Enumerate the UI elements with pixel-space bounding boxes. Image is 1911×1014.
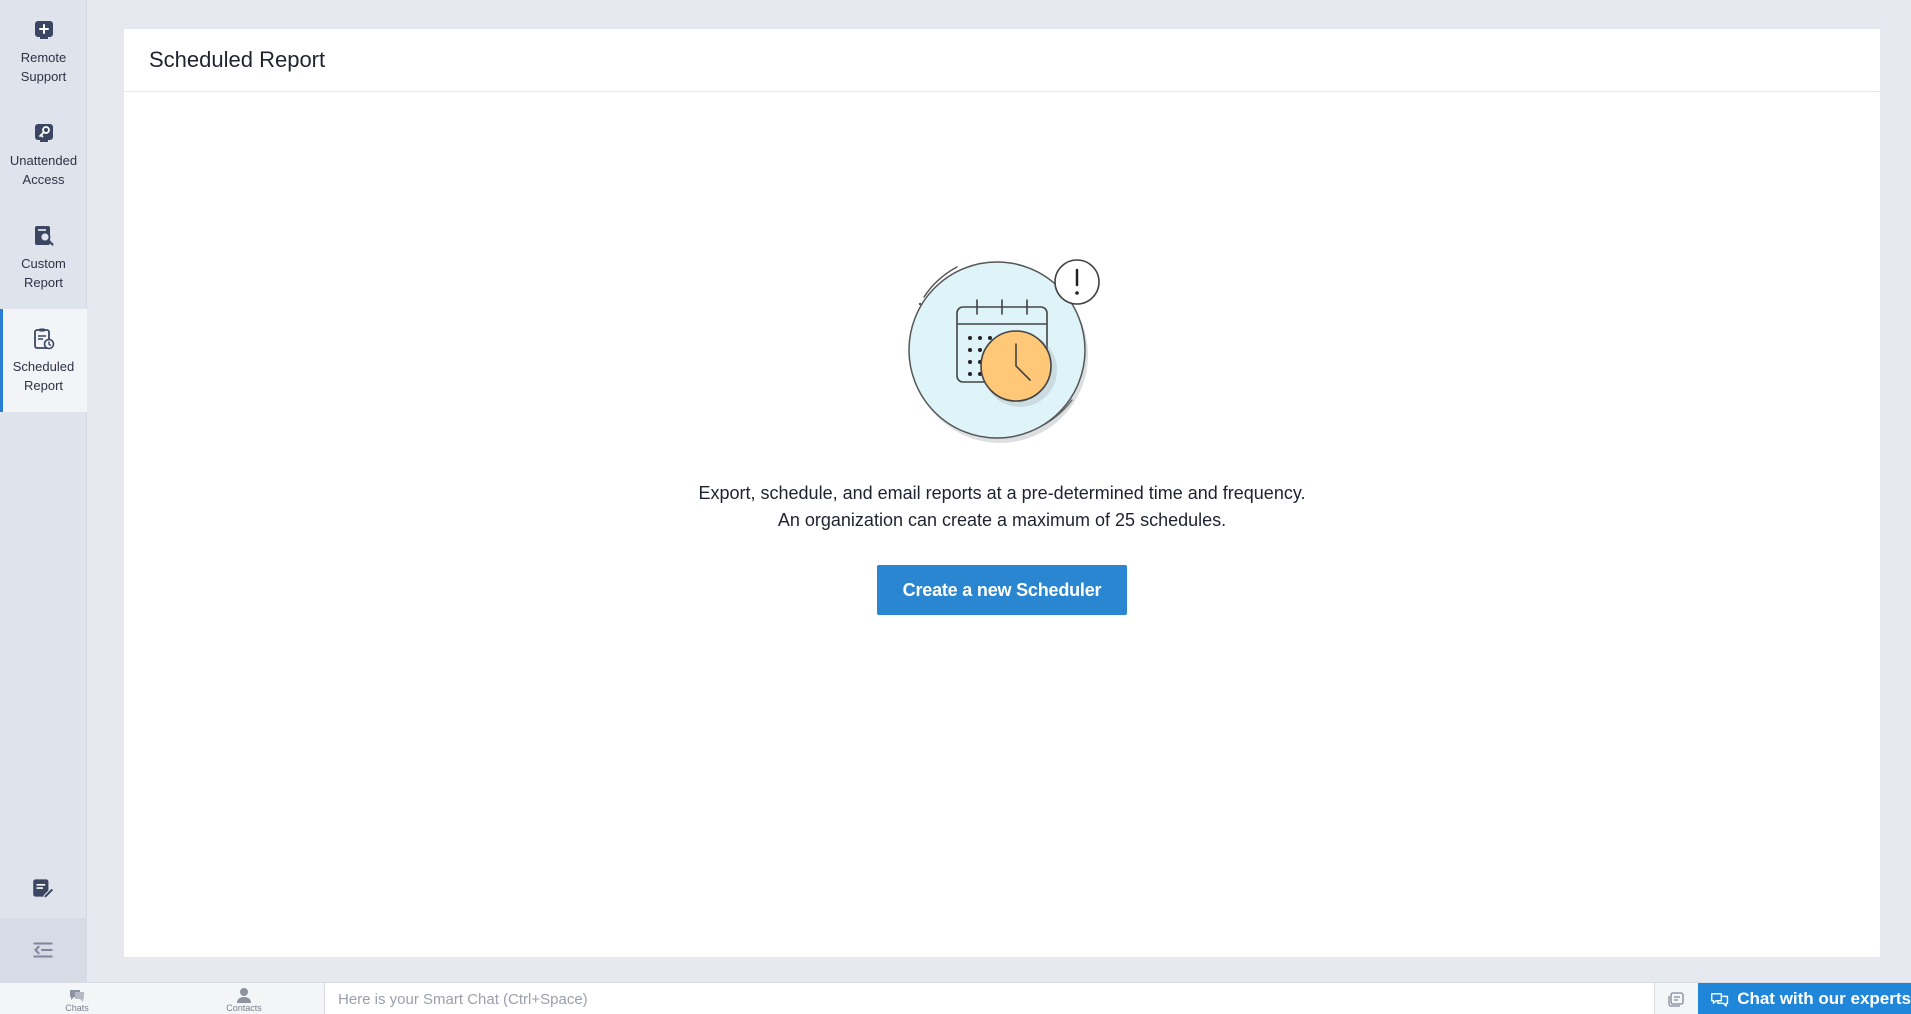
bottom-bar: Chats Contacts Chat with our expe <box>0 982 1911 1014</box>
sidebar-item-scheduled-report[interactable]: Scheduled Report <box>0 309 87 412</box>
smart-chat-action-button[interactable] <box>1654 983 1698 1014</box>
sidebar-item-remote-support[interactable]: Remote Support <box>0 0 87 103</box>
sidebar-item-unattended-access[interactable]: Unattended Access <box>0 103 87 206</box>
sidebar-item-label: Remote Support <box>20 49 67 84</box>
custom-report-icon <box>34 225 54 246</box>
panel-header: Scheduled Report <box>124 29 1880 92</box>
remote-support-icon <box>34 20 53 39</box>
chat-with-experts-label: Chat with our experts <box>1737 989 1911 1008</box>
sidebar-item-custom-report[interactable]: Custom Report <box>0 206 87 309</box>
scheduled-report-panel: Scheduled Report Export, schedule, and e… <box>123 28 1881 958</box>
empty-state-description: Export, schedule, and email reports at a… <box>699 480 1306 534</box>
empty-state: Export, schedule, and email reports at a… <box>124 252 1880 615</box>
sidebar-item-label: Custom Report <box>21 255 66 290</box>
chat-with-experts-button[interactable]: Chat with our experts <box>1698 983 1911 1014</box>
collapse-sidebar-icon[interactable] <box>30 937 56 963</box>
scheduled-report-icon <box>33 328 54 349</box>
page-title: Scheduled Report <box>149 47 326 72</box>
app-root: Remote Support Unattended Access Custom … <box>0 0 1911 1014</box>
contacts-tab[interactable]: Contacts <box>222 983 266 1014</box>
smart-chat-bar <box>324 983 1654 1014</box>
contact-person-icon <box>237 988 251 1003</box>
contacts-label: Contacts <box>226 1003 262 1013</box>
collapse-zone <box>0 918 87 982</box>
chat-bubbles-icon <box>1711 993 1729 1007</box>
sidebar-item-label: Scheduled Report <box>12 358 75 393</box>
notes-edit-icon[interactable] <box>30 875 56 901</box>
chats-label: Chats <box>65 1003 89 1013</box>
chat-history-icon <box>1667 992 1684 1007</box>
calendar-clock-illustration <box>908 259 1100 443</box>
chat-bubble-icon <box>70 990 84 1002</box>
description-line-2: An organization can create a maximum of … <box>777 510 1227 530</box>
smart-chat-input[interactable] <box>325 983 1654 1014</box>
unattended-access-icon <box>34 123 53 142</box>
create-scheduler-button[interactable]: Create a new Scheduler <box>877 565 1127 615</box>
sidebar-item-label: Unattended Access <box>9 152 78 187</box>
sidebar: Remote Support Unattended Access Custom … <box>0 0 87 982</box>
chats-tab[interactable]: Chats <box>60 983 94 1014</box>
description-line-1: Export, schedule, and email reports at a… <box>698 483 1306 503</box>
